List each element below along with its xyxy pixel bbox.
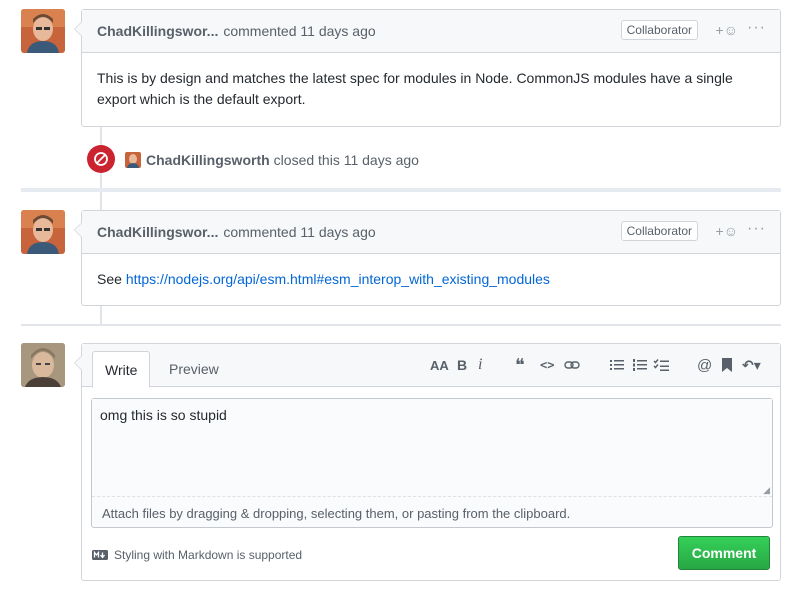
add-reaction-icon[interactable]: +☺ — [716, 22, 738, 38]
avatar[interactable] — [21, 9, 65, 53]
comment-submit-button[interactable]: Comment — [678, 536, 770, 570]
reply-icon[interactable]: ↶▾ — [742, 356, 761, 374]
avatar[interactable] — [125, 152, 141, 168]
editor-tabbar: Write Preview AA B i ❝ <> @ ↶▾ — [82, 344, 780, 388]
closed-icon — [87, 145, 115, 173]
markdown-note-text: Styling with Markdown is supported — [114, 548, 303, 562]
code-icon[interactable]: <> — [540, 356, 554, 374]
markdown-note[interactable]: Styling with Markdown is supported — [92, 548, 302, 562]
mention-icon[interactable]: @ — [697, 356, 712, 374]
avatar[interactable] — [21, 210, 65, 254]
tab-preview[interactable]: Preview — [157, 351, 231, 388]
quote-icon[interactable]: ❝ — [515, 355, 525, 375]
link-icon[interactable] — [564, 356, 580, 374]
closed-event: ChadKillingsworth closed this 11 days ag… — [125, 152, 419, 168]
italic-icon[interactable]: i — [478, 356, 482, 374]
more-options-icon[interactable]: ··· — [747, 220, 766, 238]
collaborator-badge: Collaborator — [620, 20, 698, 40]
comment-textarea[interactable]: omg this is so stupid — [92, 399, 772, 497]
more-options-icon[interactable]: ··· — [747, 19, 766, 37]
task-list-icon[interactable] — [653, 356, 669, 374]
resize-handle-icon[interactable]: ◢ — [763, 485, 770, 496]
timeline-line — [100, 192, 102, 210]
comment-header: ChadKillingswor... commented 11 days ago… — [82, 10, 780, 53]
comment-textarea-wrapper: omg this is so stupid ◢ Attach files by … — [91, 398, 773, 528]
collaborator-badge: Collaborator — [620, 221, 698, 241]
attach-files-hint[interactable]: Attach files by dragging & dropping, sel… — [102, 506, 570, 521]
current-user-avatar[interactable] — [21, 343, 65, 387]
comment-author[interactable]: ChadKillingswor... — [97, 224, 218, 240]
ordered-list-icon[interactable] — [633, 356, 647, 374]
esm-docs-link[interactable]: https://nodejs.org/api/esm.html#esm_inte… — [126, 271, 550, 287]
timeline-line — [100, 305, 102, 325]
tab-write[interactable]: Write — [92, 351, 151, 388]
comment-timestamp[interactable]: commented 11 days ago — [223, 23, 375, 39]
add-reaction-icon[interactable]: +☺ — [716, 223, 738, 239]
comment-card: ChadKillingswor... commented 11 days ago… — [74, 210, 781, 306]
comment-body: See https://nodejs.org/api/esm.html#esm_… — [82, 254, 780, 305]
comment-author[interactable]: ChadKillingswor... — [97, 23, 218, 39]
heading-icon[interactable]: AA — [430, 356, 449, 374]
comment-body: This is by design and matches the latest… — [97, 70, 733, 107]
markdown-icon — [92, 550, 108, 560]
timeline-divider — [21, 188, 781, 192]
event-text: closed this 11 days ago — [273, 152, 419, 168]
comment-card: ChadKillingswor... commented 11 days ago… — [74, 9, 781, 127]
comment-text: See — [97, 271, 122, 287]
comment-timestamp[interactable]: commented 11 days ago — [223, 224, 375, 240]
unordered-list-icon[interactable] — [610, 356, 624, 374]
saved-reply-icon[interactable] — [722, 356, 732, 374]
new-comment-form: Write Preview AA B i ❝ <> @ ↶▾ omg this … — [74, 343, 781, 581]
comment-header: ChadKillingswor... commented 11 days ago… — [82, 211, 780, 254]
event-author[interactable]: ChadKillingsworth — [146, 152, 270, 168]
bold-icon[interactable]: B — [457, 356, 467, 374]
timeline-divider — [21, 324, 781, 326]
